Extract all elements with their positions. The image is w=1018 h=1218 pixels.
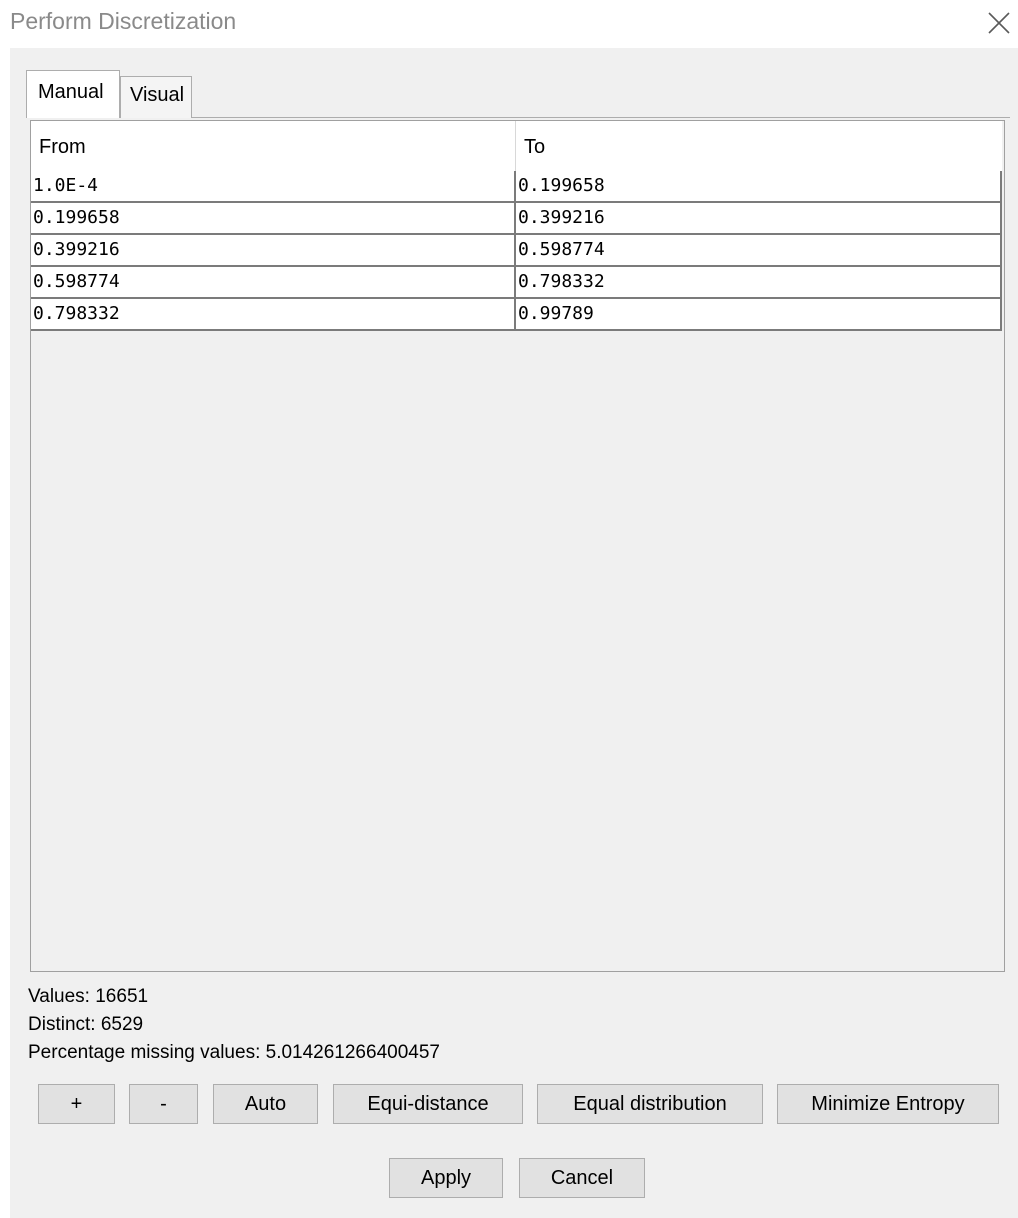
close-icon bbox=[988, 12, 1010, 34]
title-bar: Perform Discretization bbox=[0, 0, 1018, 48]
tab-manual-label: Manual bbox=[38, 81, 104, 103]
window-title: Perform Discretization bbox=[10, 8, 237, 34]
tab-panel bbox=[26, 117, 1010, 1218]
tab-visual-label: Visual bbox=[130, 84, 185, 106]
dialog-body: Manual Visual From To 1.0E-4 0.199658 0.… bbox=[10, 48, 1018, 1218]
close-button[interactable] bbox=[982, 6, 1016, 40]
tab-visual[interactable]: Visual bbox=[120, 76, 192, 118]
tab-manual[interactable]: Manual bbox=[26, 70, 120, 118]
